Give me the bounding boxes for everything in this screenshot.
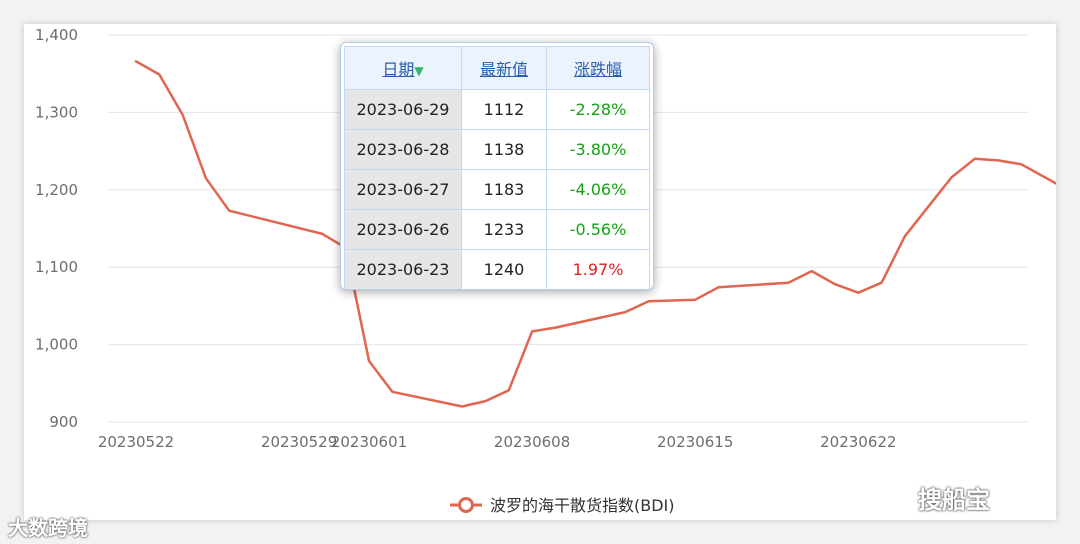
table-row: 2023-06-26 1233 -0.56% xyxy=(344,209,650,250)
row-change: -2.28% xyxy=(546,89,650,130)
y-tick-label: 1,000 xyxy=(35,336,78,354)
x-tick-label: 20230529 xyxy=(261,433,337,451)
table-row: 2023-06-23 1240 1.97% xyxy=(344,249,650,289)
row-value: 1138 xyxy=(461,129,547,170)
date-column-header[interactable]: 日期▼ xyxy=(344,46,462,90)
row-change: 1.97% xyxy=(546,249,650,289)
change-column-header[interactable]: 涨跌幅 xyxy=(546,46,650,90)
row-date: 2023-06-28 xyxy=(344,129,462,170)
latest-value-column-header[interactable]: 最新值 xyxy=(461,46,547,90)
x-axis-ticks: 20230522 2023052920230601 20230608 20230615… xyxy=(98,433,897,451)
row-date: 2023-06-26 xyxy=(344,209,462,250)
y-tick-label: 900 xyxy=(49,413,78,431)
row-change: -4.06% xyxy=(546,169,650,210)
data-tooltip-table: 日期▼ 最新值 涨跌幅 2023-06-29 1112 -2.28% 2023-… xyxy=(340,42,654,290)
y-tick-label: 1,400 xyxy=(35,26,78,44)
tooltip-header-row: 日期▼ 最新值 涨跌幅 xyxy=(344,46,650,90)
legend-label: 波罗的海干散货指数(BDI) xyxy=(490,496,675,515)
row-change: -3.80% xyxy=(546,129,650,170)
row-value: 1240 xyxy=(461,249,547,289)
y-tick-label: 1,200 xyxy=(35,181,78,199)
x-tick-label: 20230608 xyxy=(494,433,570,451)
row-value: 1233 xyxy=(461,209,547,250)
date-header-label: 日期 xyxy=(382,60,415,79)
row-change: -0.56% xyxy=(546,209,650,250)
row-date: 2023-06-23 xyxy=(344,249,462,289)
x-tick-label: 20230601 xyxy=(331,433,407,451)
y-tick-label: 1,300 xyxy=(35,103,78,121)
watermark-right: 搜船宝 xyxy=(918,486,990,514)
row-date: 2023-06-27 xyxy=(344,169,462,210)
table-row: 2023-06-27 1183 -4.06% xyxy=(344,169,650,210)
row-value: 1112 xyxy=(461,89,547,130)
x-tick-label: 20230522 xyxy=(98,433,174,451)
table-row: 2023-06-28 1138 -3.80% xyxy=(344,129,650,170)
legend-circle-marker xyxy=(458,497,474,513)
arrow-down-icon[interactable]: ▼ xyxy=(414,64,423,78)
tooltip-table: 日期▼ 最新值 涨跌幅 2023-06-29 1112 -2.28% 2023-… xyxy=(344,46,650,289)
table-row: 2023-06-29 1112 -2.28% xyxy=(344,89,650,130)
legend[interactable]: 波罗的海干散货指数(BDI) xyxy=(450,496,675,515)
y-tick-label: 1,100 xyxy=(35,258,78,276)
row-value: 1183 xyxy=(461,169,547,210)
y-axis-ticks: 1,400 1,300 1,200 1,100 1,000 900 xyxy=(35,26,78,431)
watermark-left: 大数跨境 xyxy=(8,516,88,540)
row-date: 2023-06-29 xyxy=(344,89,462,130)
x-tick-label: 20230622 xyxy=(820,433,896,451)
x-tick-label: 20230615 xyxy=(657,433,733,451)
